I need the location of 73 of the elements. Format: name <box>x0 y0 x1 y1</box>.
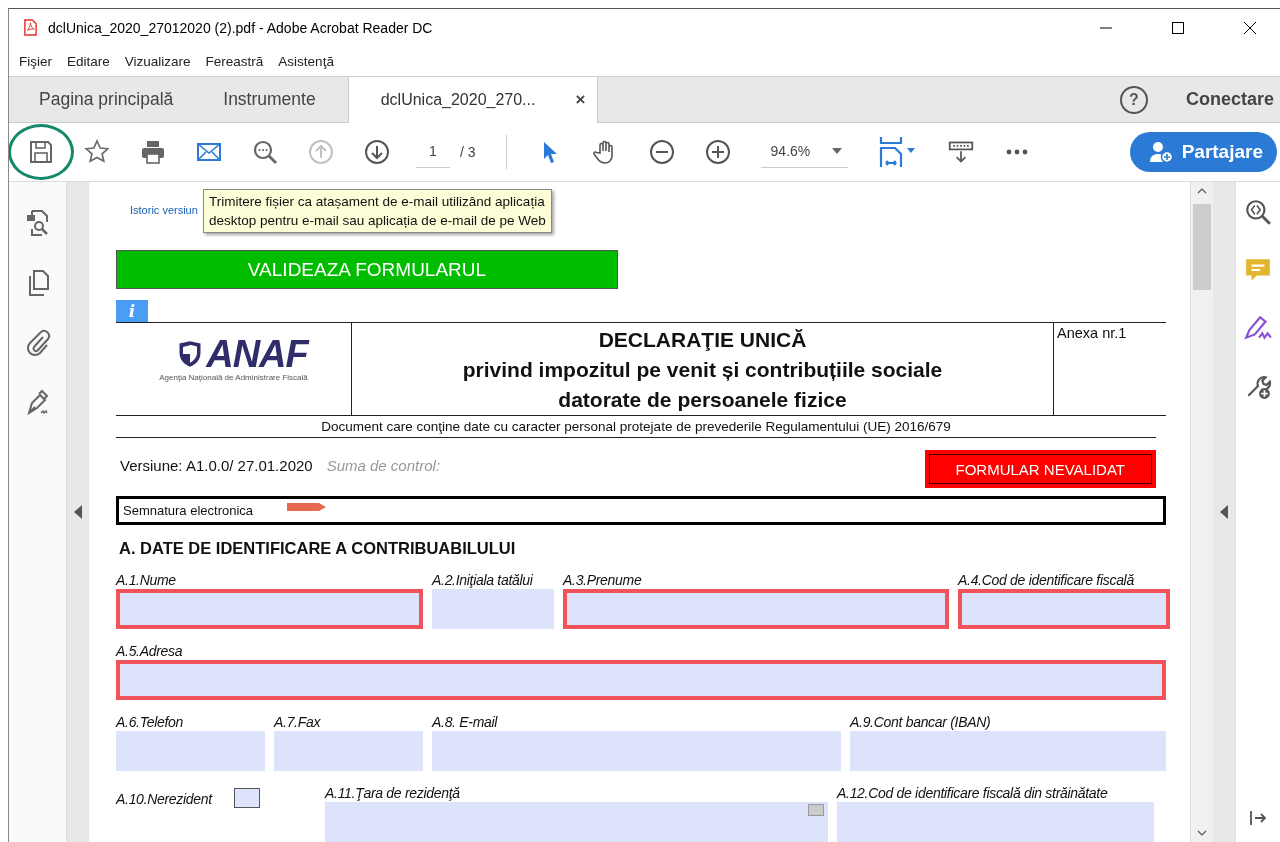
input-field[interactable] <box>432 589 554 629</box>
save-icon[interactable] <box>28 139 54 165</box>
version-label: Versiune: A1.0.0/ 27.01.2020 <box>120 457 313 475</box>
zoom-dropdown[interactable]: 94.6% <box>760 136 849 168</box>
annex-label: Anexa nr.1 <box>1057 325 1127 342</box>
field-label: A.5.Adresa <box>116 643 184 660</box>
input-field[interactable] <box>850 731 1166 771</box>
page-number-field[interactable]: 1 <box>416 136 450 168</box>
signature-field[interactable]: Semnatura electronica <box>116 495 1166 525</box>
window-title: dclUnica_2020_27012020 (2).pdf - Adobe Acrobat Reader DC <box>48 19 433 36</box>
tooltip: Trimitere fișier ca atașament de e-mail utilizând aplicația desktop pentru e-mail sau aplicația de e-mail de pe Web <box>203 189 552 233</box>
input-field[interactable] <box>274 731 423 771</box>
menu-item[interactable]: Fişier <box>19 53 52 69</box>
field-label: A.12.Cod de identificare fiscală din străinătate <box>837 785 1109 802</box>
field-label: A.2.Iniţiala tatălui <box>432 572 534 589</box>
input-field[interactable] <box>116 589 423 629</box>
input-field[interactable] <box>837 802 1154 842</box>
print-icon[interactable] <box>140 139 166 165</box>
star-icon[interactable] <box>84 139 110 165</box>
tab[interactable]: Pagina principală <box>9 77 194 122</box>
menu-item[interactable]: Asistenţă <box>278 53 334 69</box>
page-count: / 3 <box>460 144 476 160</box>
keyboard-download-icon[interactable] <box>948 139 975 165</box>
checkbox[interactable] <box>233 788 260 808</box>
field-label: A.9.Cont bancar (IBAN) <box>850 714 992 731</box>
field-label: A.8. E-mail <box>432 714 499 731</box>
maximize-icon[interactable] <box>1171 20 1185 35</box>
input-field[interactable] <box>116 731 265 771</box>
input-field[interactable] <box>116 660 1166 700</box>
input-field[interactable] <box>958 589 1170 629</box>
person-plus-icon <box>1149 141 1174 163</box>
collapse-left-icon[interactable] <box>74 505 82 519</box>
zoom-out-icon[interactable] <box>648 139 675 165</box>
form-status-badge: FORMULAR NEVALIDAT <box>924 449 1156 488</box>
input-field[interactable] <box>432 731 841 771</box>
tab[interactable]: Instrumente <box>193 77 336 122</box>
section-heading: A. DATE DE IDENTIFICARE A CONTRIBUABILULUI <box>118 539 516 558</box>
collapse-right-icon[interactable] <box>1220 505 1228 519</box>
form-title: privind impozitul pe venit și contribuțiile sociale <box>462 357 943 384</box>
field-label: A.3.Prenume <box>563 572 643 589</box>
tag-icon <box>287 501 327 512</box>
input-field[interactable] <box>563 589 949 629</box>
field-label: A.6.Telefon <box>116 714 184 731</box>
agency-logo: ANAF Agenţia Naţională de Administrare Fiscală <box>159 337 308 382</box>
form-title: datorate de persoanele fizice <box>558 387 847 414</box>
help-button[interactable]: ? <box>1119 85 1148 114</box>
menu-item[interactable]: Vizualizare <box>124 53 191 69</box>
sign-in-link[interactable]: Conectare <box>1185 89 1274 110</box>
dropdown-field[interactable] <box>325 802 828 842</box>
share-button[interactable]: Partajare <box>1129 132 1277 172</box>
expand-panel-icon[interactable] <box>1248 808 1268 828</box>
field-label: A.4.Cod de identificare fiscală <box>958 572 1135 589</box>
caret-icon <box>832 147 843 154</box>
zoom-icon[interactable] <box>1244 198 1272 226</box>
privacy-notice: Document care conţine date cu caracter personal protejate de prevederile Regulamentului (UE) 2016/679 <box>321 418 951 434</box>
pdf-file-icon <box>23 19 38 36</box>
field-label: A.1.Nume <box>116 572 177 589</box>
scroll-up-icon[interactable] <box>1197 188 1207 194</box>
menu-item[interactable]: Editare <box>67 53 110 69</box>
zoom-in-icon[interactable] <box>704 139 731 165</box>
menu-item[interactable]: Fereastră <box>205 53 264 69</box>
version-history-link[interactable]: Istoric versiun <box>130 204 198 216</box>
field-label: A.7.Fax <box>274 714 322 731</box>
scroll-down-icon[interactable] <box>1197 830 1207 836</box>
field-label: A.11.Ţara de rezidenţă <box>325 785 461 802</box>
search-icon[interactable] <box>252 139 278 165</box>
signature-pen-icon[interactable] <box>1244 314 1272 342</box>
scrollbar-thumb[interactable] <box>1193 204 1211 290</box>
field-label: A.10.Nerezident <box>116 791 212 808</box>
checksum-label: Suma de control: <box>326 457 441 475</box>
close-icon[interactable] <box>1243 20 1257 35</box>
tab[interactable]: dclUnica_2020_270... × <box>347 77 599 123</box>
form-title: DECLARAŢIE UNICĂ <box>598 327 807 354</box>
